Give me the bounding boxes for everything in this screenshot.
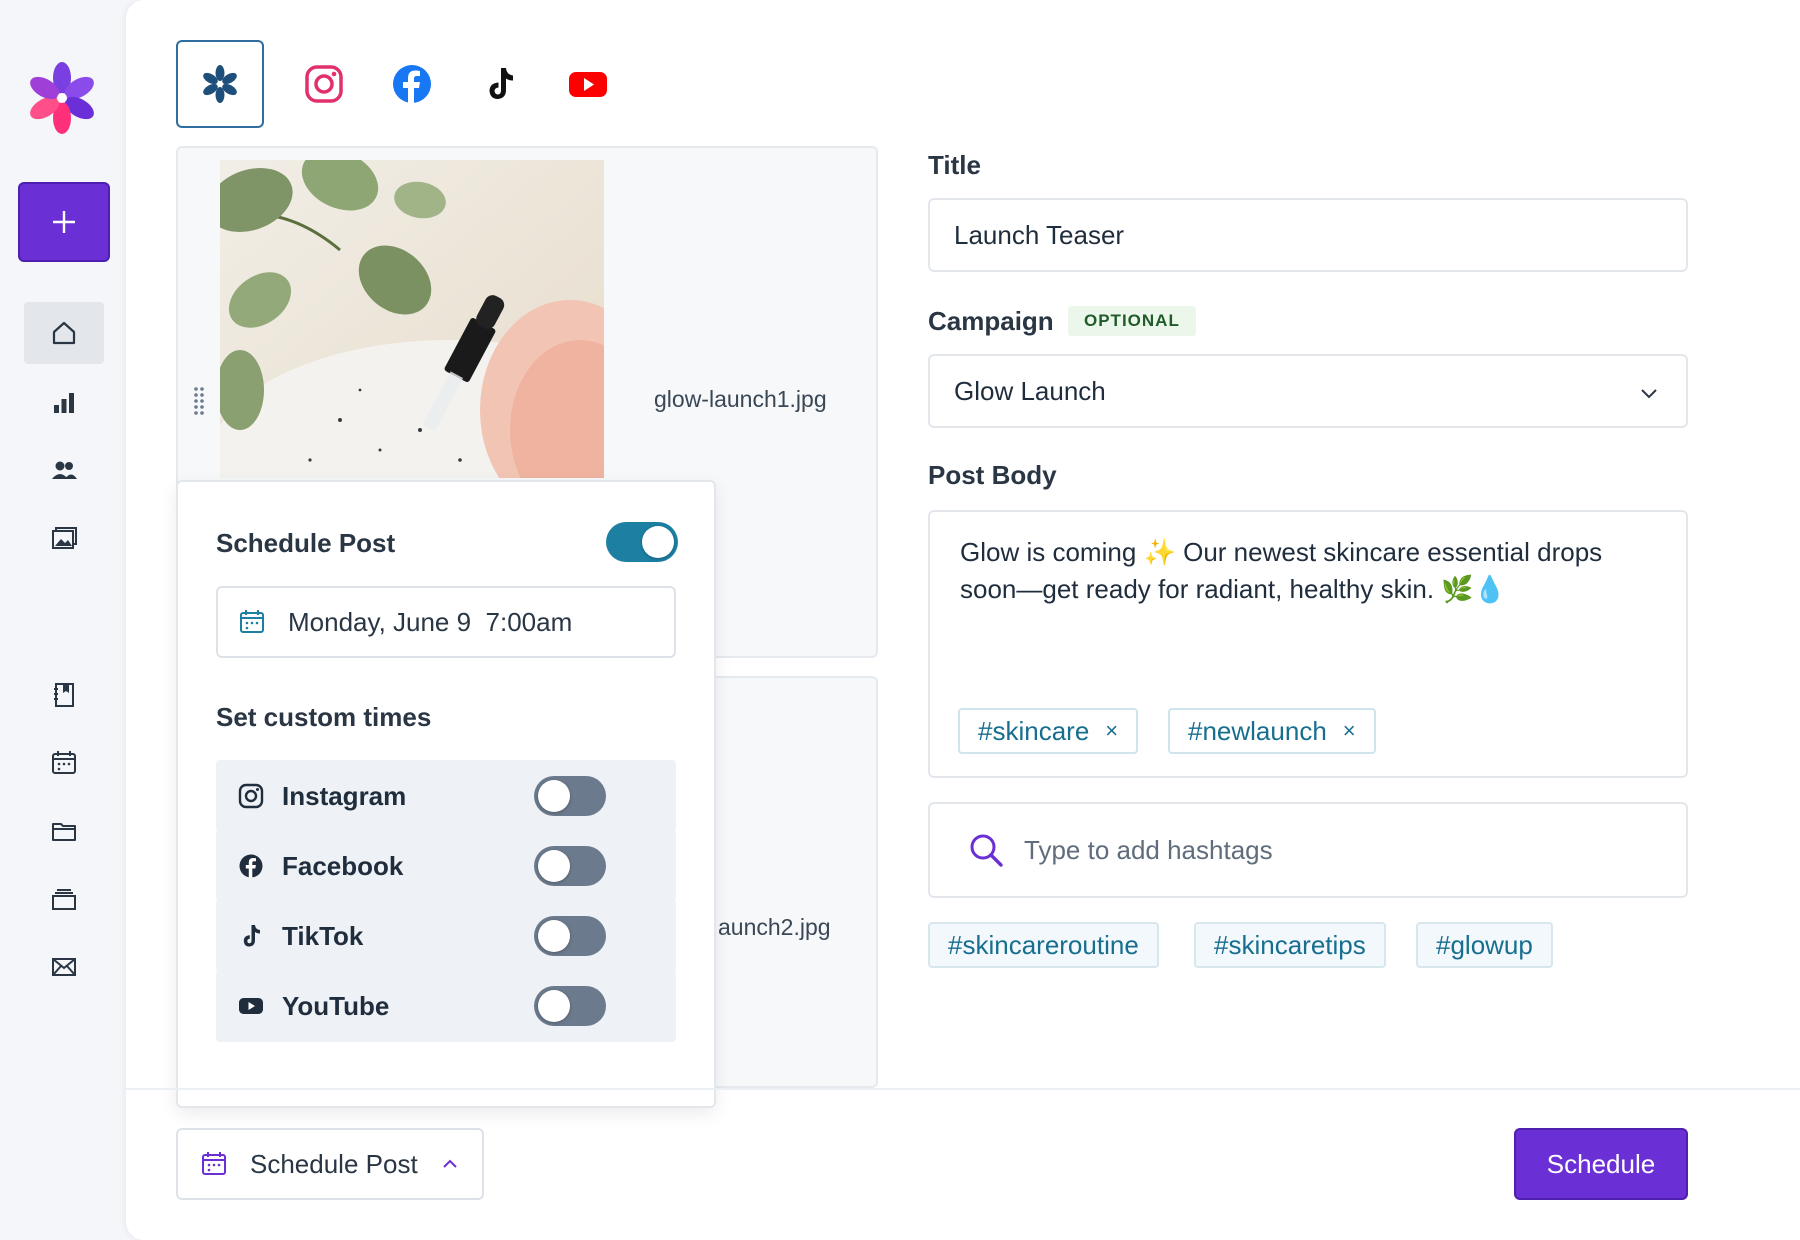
facebook-icon [393, 65, 431, 103]
schedule-popover: Schedule Post Monday, June 9 7:00am Set … [176, 480, 716, 1108]
custom-time-label: Facebook [282, 850, 404, 881]
suggested-hashtag[interactable]: #skincaretips [1194, 922, 1386, 968]
chevron-up-icon [442, 1159, 457, 1168]
flower-network-icon [203, 65, 237, 103]
facebook-custom-time-toggle[interactable] [534, 846, 606, 886]
sidebar-item-home[interactable] [24, 302, 104, 364]
title-label: Title [928, 150, 981, 180]
post-body-editor[interactable]: Glow is coming ✨ Our newest skincare ess… [928, 510, 1688, 778]
schedule-button[interactable]: Schedule [1514, 1128, 1688, 1200]
hashtag-chip-label: #newlaunch [1188, 715, 1327, 746]
tiktok-icon [489, 68, 513, 99]
sidebar-item-media[interactable] [24, 508, 104, 570]
suggested-hashtag[interactable]: #skincareroutine [928, 922, 1159, 968]
title-input[interactable]: Launch Teaser [928, 198, 1688, 272]
calendar-icon [202, 1152, 226, 1175]
instagram-icon [305, 65, 343, 103]
book-icon [54, 683, 74, 707]
home-icon [52, 321, 76, 345]
brand-logo[interactable] [24, 62, 100, 134]
custom-time-label: YouTube [282, 990, 390, 1021]
sidebar-item-calendar[interactable] [24, 732, 104, 794]
sidebar-item-audience[interactable] [24, 440, 104, 502]
custom-time-row-instagram: Instagram [216, 760, 676, 832]
custom-time-label: Instagram [282, 780, 407, 811]
sidebar-item-stack[interactable] [24, 868, 104, 930]
youtube-icon [239, 998, 263, 1014]
sidebar [0, 0, 126, 1240]
instagram-custom-time-toggle[interactable] [534, 776, 606, 816]
post-body-text[interactable]: Glow is coming ✨ Our newest skincare ess… [960, 534, 1640, 608]
schedule-post-toggle[interactable] [606, 522, 678, 562]
campaign-select[interactable]: Glow Launch [928, 354, 1688, 428]
image-icon [52, 527, 77, 549]
campaign-value: Glow Launch [954, 375, 1106, 406]
tab-youtube[interactable] [544, 40, 632, 128]
plus-icon [53, 211, 75, 233]
chart-icon [54, 393, 74, 413]
mail-icon [52, 958, 76, 976]
custom-time-label: TikTok [282, 920, 364, 951]
schedule-post-heading: Schedule Post [216, 528, 396, 558]
tab-facebook[interactable] [368, 40, 456, 128]
custom-time-row-tiktok: TikTok [216, 900, 676, 972]
instagram-icon [238, 783, 264, 809]
media-filename: aunch2.jpg [718, 914, 831, 940]
chevron-down-icon [1641, 389, 1657, 399]
title-value: Launch Teaser [954, 219, 1125, 250]
post-body-label: Post Body [928, 460, 1057, 490]
hashtag-chip[interactable]: #newlaunch × [1168, 708, 1376, 754]
folder-icon [52, 823, 76, 841]
sidebar-item-messages[interactable] [24, 936, 104, 998]
tab-all-networks[interactable] [176, 40, 264, 128]
create-post-button[interactable] [18, 182, 110, 262]
media-filename: glow-launch1.jpg [654, 386, 827, 412]
stack-icon [52, 889, 76, 910]
media-thumbnail[interactable] [220, 160, 604, 478]
sidebar-item-library[interactable] [24, 664, 104, 726]
suggested-hashtag[interactable]: #glowup [1416, 922, 1553, 968]
custom-time-row-youtube: YouTube [216, 970, 676, 1042]
schedule-date-value: Monday, June 9 7:00am [288, 606, 573, 637]
hashtag-input[interactable] [1024, 834, 1624, 866]
schedule-date-picker[interactable]: Monday, June 9 7:00am [216, 586, 676, 658]
youtube-custom-time-toggle[interactable] [534, 986, 606, 1026]
hashtag-chip-label: #skincare [978, 715, 1090, 746]
drag-handle-icon[interactable] [192, 386, 206, 416]
hashtag-search[interactable] [928, 802, 1688, 898]
hashtag-chip[interactable]: #skincare × [958, 708, 1139, 754]
tab-tiktok[interactable] [456, 40, 544, 128]
schedule-mode-dropdown[interactable]: Schedule Post [176, 1128, 484, 1200]
schedule-mode-label: Schedule Post [250, 1148, 418, 1179]
tiktok-custom-time-toggle[interactable] [534, 916, 606, 956]
youtube-icon [569, 72, 607, 97]
sidebar-item-folders[interactable] [24, 800, 104, 862]
custom-time-row-facebook: Facebook [216, 830, 676, 902]
optional-badge: OPTIONAL [1068, 306, 1196, 336]
footer-divider [126, 1088, 1800, 1090]
remove-hashtag-icon[interactable]: × [1343, 718, 1356, 744]
tiktok-icon [243, 925, 260, 947]
campaign-label: Campaign [928, 306, 1054, 336]
calendar-icon [52, 751, 76, 774]
flower-logo-icon [30, 62, 94, 134]
remove-hashtag-icon[interactable]: × [1105, 718, 1118, 744]
sidebar-item-analytics[interactable] [24, 372, 104, 434]
people-icon [52, 461, 77, 479]
custom-times-heading: Set custom times [216, 702, 432, 732]
calendar-icon [240, 610, 264, 633]
search-icon [970, 834, 1003, 867]
facebook-icon [239, 854, 263, 878]
product-photo [220, 160, 604, 478]
tab-instagram[interactable] [280, 40, 368, 128]
